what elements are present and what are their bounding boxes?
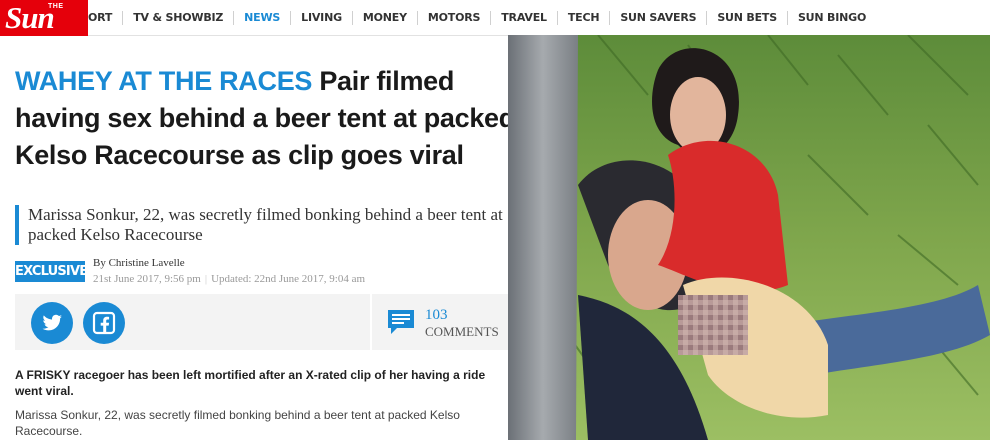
- share-bar: 103 COMMENTS: [15, 294, 508, 350]
- body-paragraph: Marissa Sonkur, 22, was secretly filmed …: [15, 408, 460, 438]
- tent-pole: [508, 35, 578, 440]
- nav-item-sun-savers[interactable]: SUN SAVERS: [610, 11, 708, 25]
- exclusive-badge: EXCLUSIVE: [15, 261, 88, 282]
- twitter-icon: [42, 314, 62, 331]
- comments-count[interactable]: 103: [425, 308, 448, 323]
- nav-item-tech[interactable]: TECH: [558, 11, 611, 25]
- share-divider: [370, 294, 372, 350]
- article-dates: 21st June 2017, 9:56 pm | Updated: 22nd Ju…: [93, 273, 365, 285]
- nav-list: ORT TV & SHOWBIZ NEWS LIVING MONEY MOTOR…: [88, 0, 876, 36]
- comments-icon[interactable]: [386, 309, 416, 335]
- lead-paragraph: A FRISKY racegoer has been left mortifie…: [15, 368, 486, 398]
- updated-date: Updated: 22nd June 2017, 9:04 am: [211, 273, 366, 285]
- logo-wordmark: Sun: [5, 0, 55, 35]
- standfirst: Marissa Sonkur, 22, was secretly filmed …: [15, 205, 505, 245]
- headline: WAHEY AT THE RACES Pair filmed having se…: [15, 63, 515, 174]
- sun-logo[interactable]: THE Sun: [0, 0, 88, 36]
- comments-label[interactable]: COMMENTS: [425, 325, 499, 338]
- published-date: 21st June 2017, 9:56 pm: [93, 273, 201, 285]
- date-separator: |: [204, 273, 208, 285]
- twitter-share-button[interactable]: [31, 302, 73, 344]
- nav-item-motors[interactable]: MOTORS: [418, 11, 492, 25]
- facebook-icon: [92, 311, 116, 335]
- byline[interactable]: By Christine Lavelle: [93, 257, 185, 269]
- nav-item-living[interactable]: LIVING: [291, 11, 353, 25]
- photo-scene: [508, 35, 990, 440]
- nav-item-sport[interactable]: ORT: [88, 11, 124, 25]
- facebook-share-button[interactable]: [83, 302, 125, 344]
- top-navigation: THE Sun ORT TV & SHOWBIZ NEWS LIVING MON…: [0, 0, 990, 36]
- nav-item-tv-showbiz[interactable]: TV & SHOWBIZ: [123, 11, 235, 25]
- nav-item-sun-bingo[interactable]: SUN BINGO: [788, 11, 876, 25]
- nav-item-travel[interactable]: TRAVEL: [491, 11, 558, 25]
- pixelated-blur: [678, 295, 748, 355]
- nav-item-money[interactable]: MONEY: [353, 11, 418, 25]
- article-photo[interactable]: [508, 35, 990, 440]
- nav-item-sun-bets[interactable]: SUN BETS: [707, 11, 788, 25]
- article: WAHEY AT THE RACES Pair filmed having se…: [0, 48, 515, 440]
- headline-kicker: WAHEY AT THE RACES: [15, 66, 313, 96]
- nav-item-news[interactable]: NEWS: [234, 11, 292, 25]
